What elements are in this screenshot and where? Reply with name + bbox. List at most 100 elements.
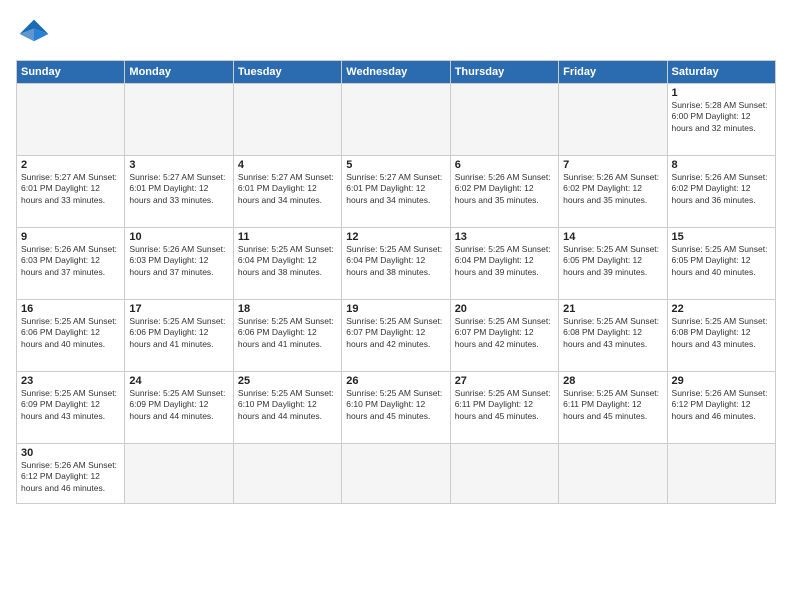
col-header-sunday: Sunday [17, 61, 125, 84]
col-header-monday: Monday [125, 61, 233, 84]
day-info: Sunrise: 5:25 AM Sunset: 6:08 PM Dayligh… [563, 316, 662, 350]
calendar-cell [233, 444, 341, 504]
header [16, 16, 776, 52]
day-number: 16 [21, 303, 120, 315]
calendar-cell: 14Sunrise: 5:25 AM Sunset: 6:05 PM Dayli… [559, 228, 667, 300]
day-number: 6 [455, 159, 554, 171]
calendar-cell: 21Sunrise: 5:25 AM Sunset: 6:08 PM Dayli… [559, 300, 667, 372]
day-info: Sunrise: 5:27 AM Sunset: 6:01 PM Dayligh… [129, 172, 228, 206]
day-info: Sunrise: 5:25 AM Sunset: 6:10 PM Dayligh… [238, 388, 337, 422]
calendar-cell: 29Sunrise: 5:26 AM Sunset: 6:12 PM Dayli… [667, 372, 775, 444]
page: SundayMondayTuesdayWednesdayThursdayFrid… [0, 0, 792, 612]
calendar-cell: 18Sunrise: 5:25 AM Sunset: 6:06 PM Dayli… [233, 300, 341, 372]
day-info: Sunrise: 5:25 AM Sunset: 6:06 PM Dayligh… [129, 316, 228, 350]
day-number: 14 [563, 231, 662, 243]
calendar-cell: 25Sunrise: 5:25 AM Sunset: 6:10 PM Dayli… [233, 372, 341, 444]
calendar-cell: 10Sunrise: 5:26 AM Sunset: 6:03 PM Dayli… [125, 228, 233, 300]
day-info: Sunrise: 5:26 AM Sunset: 6:02 PM Dayligh… [455, 172, 554, 206]
calendar-cell: 9Sunrise: 5:26 AM Sunset: 6:03 PM Daylig… [17, 228, 125, 300]
day-number: 12 [346, 231, 445, 243]
calendar-cell [125, 444, 233, 504]
calendar-week-4: 23Sunrise: 5:25 AM Sunset: 6:09 PM Dayli… [17, 372, 776, 444]
day-number: 18 [238, 303, 337, 315]
col-header-friday: Friday [559, 61, 667, 84]
day-number: 28 [563, 375, 662, 387]
day-info: Sunrise: 5:25 AM Sunset: 6:10 PM Dayligh… [346, 388, 445, 422]
day-number: 5 [346, 159, 445, 171]
calendar-cell: 28Sunrise: 5:25 AM Sunset: 6:11 PM Dayli… [559, 372, 667, 444]
calendar-cell: 16Sunrise: 5:25 AM Sunset: 6:06 PM Dayli… [17, 300, 125, 372]
calendar-cell [667, 444, 775, 504]
day-info: Sunrise: 5:25 AM Sunset: 6:07 PM Dayligh… [346, 316, 445, 350]
calendar-cell: 12Sunrise: 5:25 AM Sunset: 6:04 PM Dayli… [342, 228, 450, 300]
calendar-cell [559, 84, 667, 156]
calendar-week-2: 9Sunrise: 5:26 AM Sunset: 6:03 PM Daylig… [17, 228, 776, 300]
day-number: 15 [672, 231, 771, 243]
calendar-cell: 6Sunrise: 5:26 AM Sunset: 6:02 PM Daylig… [450, 156, 558, 228]
calendar-cell: 26Sunrise: 5:25 AM Sunset: 6:10 PM Dayli… [342, 372, 450, 444]
calendar-cell [233, 84, 341, 156]
day-number: 20 [455, 303, 554, 315]
day-info: Sunrise: 5:28 AM Sunset: 6:00 PM Dayligh… [672, 100, 771, 134]
day-number: 25 [238, 375, 337, 387]
calendar-cell: 2Sunrise: 5:27 AM Sunset: 6:01 PM Daylig… [17, 156, 125, 228]
col-header-wednesday: Wednesday [342, 61, 450, 84]
day-number: 11 [238, 231, 337, 243]
calendar-week-1: 2Sunrise: 5:27 AM Sunset: 6:01 PM Daylig… [17, 156, 776, 228]
day-info: Sunrise: 5:25 AM Sunset: 6:07 PM Dayligh… [455, 316, 554, 350]
calendar-cell: 30Sunrise: 5:26 AM Sunset: 6:12 PM Dayli… [17, 444, 125, 504]
col-header-tuesday: Tuesday [233, 61, 341, 84]
day-number: 21 [563, 303, 662, 315]
day-number: 1 [672, 87, 771, 99]
calendar-cell: 8Sunrise: 5:26 AM Sunset: 6:02 PM Daylig… [667, 156, 775, 228]
calendar-cell [342, 444, 450, 504]
day-number: 24 [129, 375, 228, 387]
calendar-cell: 13Sunrise: 5:25 AM Sunset: 6:04 PM Dayli… [450, 228, 558, 300]
day-info: Sunrise: 5:26 AM Sunset: 6:12 PM Dayligh… [672, 388, 771, 422]
calendar-cell: 4Sunrise: 5:27 AM Sunset: 6:01 PM Daylig… [233, 156, 341, 228]
day-info: Sunrise: 5:25 AM Sunset: 6:11 PM Dayligh… [455, 388, 554, 422]
day-info: Sunrise: 5:25 AM Sunset: 6:04 PM Dayligh… [238, 244, 337, 278]
day-number: 19 [346, 303, 445, 315]
calendar-cell [559, 444, 667, 504]
day-info: Sunrise: 5:26 AM Sunset: 6:03 PM Dayligh… [129, 244, 228, 278]
day-number: 4 [238, 159, 337, 171]
calendar-cell: 11Sunrise: 5:25 AM Sunset: 6:04 PM Dayli… [233, 228, 341, 300]
day-number: 9 [21, 231, 120, 243]
day-number: 3 [129, 159, 228, 171]
day-info: Sunrise: 5:25 AM Sunset: 6:09 PM Dayligh… [21, 388, 120, 422]
day-info: Sunrise: 5:26 AM Sunset: 6:02 PM Dayligh… [672, 172, 771, 206]
calendar-cell [450, 444, 558, 504]
day-info: Sunrise: 5:25 AM Sunset: 6:04 PM Dayligh… [346, 244, 445, 278]
day-info: Sunrise: 5:26 AM Sunset: 6:12 PM Dayligh… [21, 460, 120, 494]
day-number: 30 [21, 447, 120, 459]
col-header-thursday: Thursday [450, 61, 558, 84]
day-info: Sunrise: 5:25 AM Sunset: 6:04 PM Dayligh… [455, 244, 554, 278]
calendar-week-5: 30Sunrise: 5:26 AM Sunset: 6:12 PM Dayli… [17, 444, 776, 504]
day-info: Sunrise: 5:25 AM Sunset: 6:06 PM Dayligh… [21, 316, 120, 350]
calendar-cell: 17Sunrise: 5:25 AM Sunset: 6:06 PM Dayli… [125, 300, 233, 372]
day-number: 2 [21, 159, 120, 171]
calendar-cell [125, 84, 233, 156]
day-info: Sunrise: 5:25 AM Sunset: 6:06 PM Dayligh… [238, 316, 337, 350]
calendar-cell: 22Sunrise: 5:25 AM Sunset: 6:08 PM Dayli… [667, 300, 775, 372]
calendar-table: SundayMondayTuesdayWednesdayThursdayFrid… [16, 60, 776, 504]
calendar-header-row: SundayMondayTuesdayWednesdayThursdayFrid… [17, 61, 776, 84]
calendar-cell: 1Sunrise: 5:28 AM Sunset: 6:00 PM Daylig… [667, 84, 775, 156]
calendar-cell: 5Sunrise: 5:27 AM Sunset: 6:01 PM Daylig… [342, 156, 450, 228]
day-number: 26 [346, 375, 445, 387]
day-number: 7 [563, 159, 662, 171]
day-number: 10 [129, 231, 228, 243]
logo [16, 16, 56, 52]
calendar-cell: 27Sunrise: 5:25 AM Sunset: 6:11 PM Dayli… [450, 372, 558, 444]
logo-icon [16, 16, 52, 52]
day-info: Sunrise: 5:26 AM Sunset: 6:03 PM Dayligh… [21, 244, 120, 278]
day-info: Sunrise: 5:27 AM Sunset: 6:01 PM Dayligh… [21, 172, 120, 206]
day-info: Sunrise: 5:27 AM Sunset: 6:01 PM Dayligh… [238, 172, 337, 206]
day-info: Sunrise: 5:25 AM Sunset: 6:09 PM Dayligh… [129, 388, 228, 422]
calendar-week-0: 1Sunrise: 5:28 AM Sunset: 6:00 PM Daylig… [17, 84, 776, 156]
day-info: Sunrise: 5:25 AM Sunset: 6:08 PM Dayligh… [672, 316, 771, 350]
day-info: Sunrise: 5:27 AM Sunset: 6:01 PM Dayligh… [346, 172, 445, 206]
calendar-cell: 7Sunrise: 5:26 AM Sunset: 6:02 PM Daylig… [559, 156, 667, 228]
calendar-cell [17, 84, 125, 156]
